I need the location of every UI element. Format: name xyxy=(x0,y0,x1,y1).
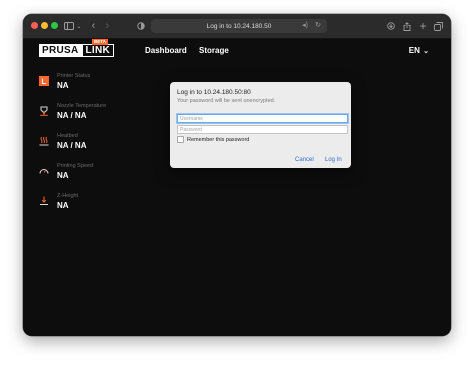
dialog-title: Log in to 10.24.180.50:80 xyxy=(177,89,251,96)
stat-z-height: Z-Height NA xyxy=(36,190,146,220)
printer-status-icon xyxy=(39,76,49,86)
stat-label: Printer Status xyxy=(57,73,91,79)
privacy-shield-icon[interactable] xyxy=(136,19,146,33)
remember-password-checkbox[interactable] xyxy=(177,136,184,143)
stat-value: NA / NA xyxy=(57,141,87,150)
stat-label: Printing Speed xyxy=(57,163,94,169)
close-window-button[interactable] xyxy=(31,22,38,29)
browser-toolbar: ⌄ ‹ › Log in to 10.24.180.50 ◂) ↻ + xyxy=(23,14,451,39)
language-label: EN xyxy=(408,46,420,55)
stat-value: NA xyxy=(57,201,69,210)
share-icon[interactable] xyxy=(402,19,412,33)
beta-badge: BETA xyxy=(92,39,108,45)
new-tab-icon[interactable]: + xyxy=(418,19,428,33)
remember-password-option[interactable]: Remember this password xyxy=(177,136,249,143)
prusa-link-logo[interactable]: PRUSA LINK BETA xyxy=(39,39,115,57)
stat-nozzle-temperature: Nozzle Temperature NA / NA xyxy=(36,100,146,130)
forward-icon[interactable]: › xyxy=(103,19,112,33)
logo-prusa-text: PRUSA xyxy=(39,44,82,57)
reload-icon[interactable]: ↻ xyxy=(315,21,321,29)
sidebar-icon[interactable] xyxy=(63,19,74,33)
chevron-down-icon[interactable]: ⌄ xyxy=(75,19,83,33)
stat-label: Heatbed xyxy=(57,133,78,139)
nozzle-icon xyxy=(39,106,49,116)
speedometer-icon xyxy=(39,166,49,176)
language-selector[interactable]: EN ⌄ xyxy=(409,46,429,55)
remember-password-label: Remember this password xyxy=(187,136,250,143)
logo-link-text: LINK xyxy=(81,44,115,57)
stat-heatbed: Heatbed NA / NA xyxy=(36,130,146,160)
zoom-window-button[interactable] xyxy=(51,22,58,29)
nav-storage[interactable]: Storage xyxy=(199,46,229,55)
minimize-window-button[interactable] xyxy=(41,22,48,29)
nav-dashboard[interactable]: Dashboard xyxy=(145,46,187,55)
audio-icon[interactable]: ◂) xyxy=(302,21,308,29)
chevron-down-icon: ⌄ xyxy=(423,48,429,55)
printer-stats-panel: Printer Status NA Nozzle Temperature NA … xyxy=(36,70,146,220)
heatbed-icon xyxy=(39,136,49,146)
address-bar[interactable]: Log in to 10.24.180.50 ◂) ↻ xyxy=(151,19,327,33)
stat-printing-speed: Printing Speed NA xyxy=(36,160,146,190)
stat-printer-status: Printer Status NA xyxy=(36,70,146,100)
app-header: PRUSA LINK BETA Dashboard Storage EN ⌄ xyxy=(23,39,451,63)
stat-value: NA / NA xyxy=(57,111,87,120)
download-icon[interactable] xyxy=(386,19,396,33)
tabs-overview-icon[interactable] xyxy=(433,19,443,33)
address-text: Log in to 10.24.180.50 xyxy=(206,22,272,30)
dialog-subtitle: Your password will be sent unencrypted. xyxy=(177,98,276,104)
login-dialog: Log in to 10.24.180.50:80 Your password … xyxy=(170,82,351,168)
stat-label: Nozzle Temperature xyxy=(57,103,107,109)
back-icon[interactable]: ‹ xyxy=(89,19,98,33)
stat-value: NA xyxy=(57,81,69,90)
username-input[interactable] xyxy=(177,114,348,123)
login-button[interactable]: Log In xyxy=(325,157,342,163)
password-input[interactable] xyxy=(177,125,348,134)
stat-value: NA xyxy=(57,171,69,180)
z-height-icon xyxy=(39,196,49,206)
browser-window: ⌄ ‹ › Log in to 10.24.180.50 ◂) ↻ + PRUS… xyxy=(23,14,451,336)
cancel-button[interactable]: Cancel xyxy=(295,157,314,163)
stat-label: Z-Height xyxy=(57,193,79,199)
